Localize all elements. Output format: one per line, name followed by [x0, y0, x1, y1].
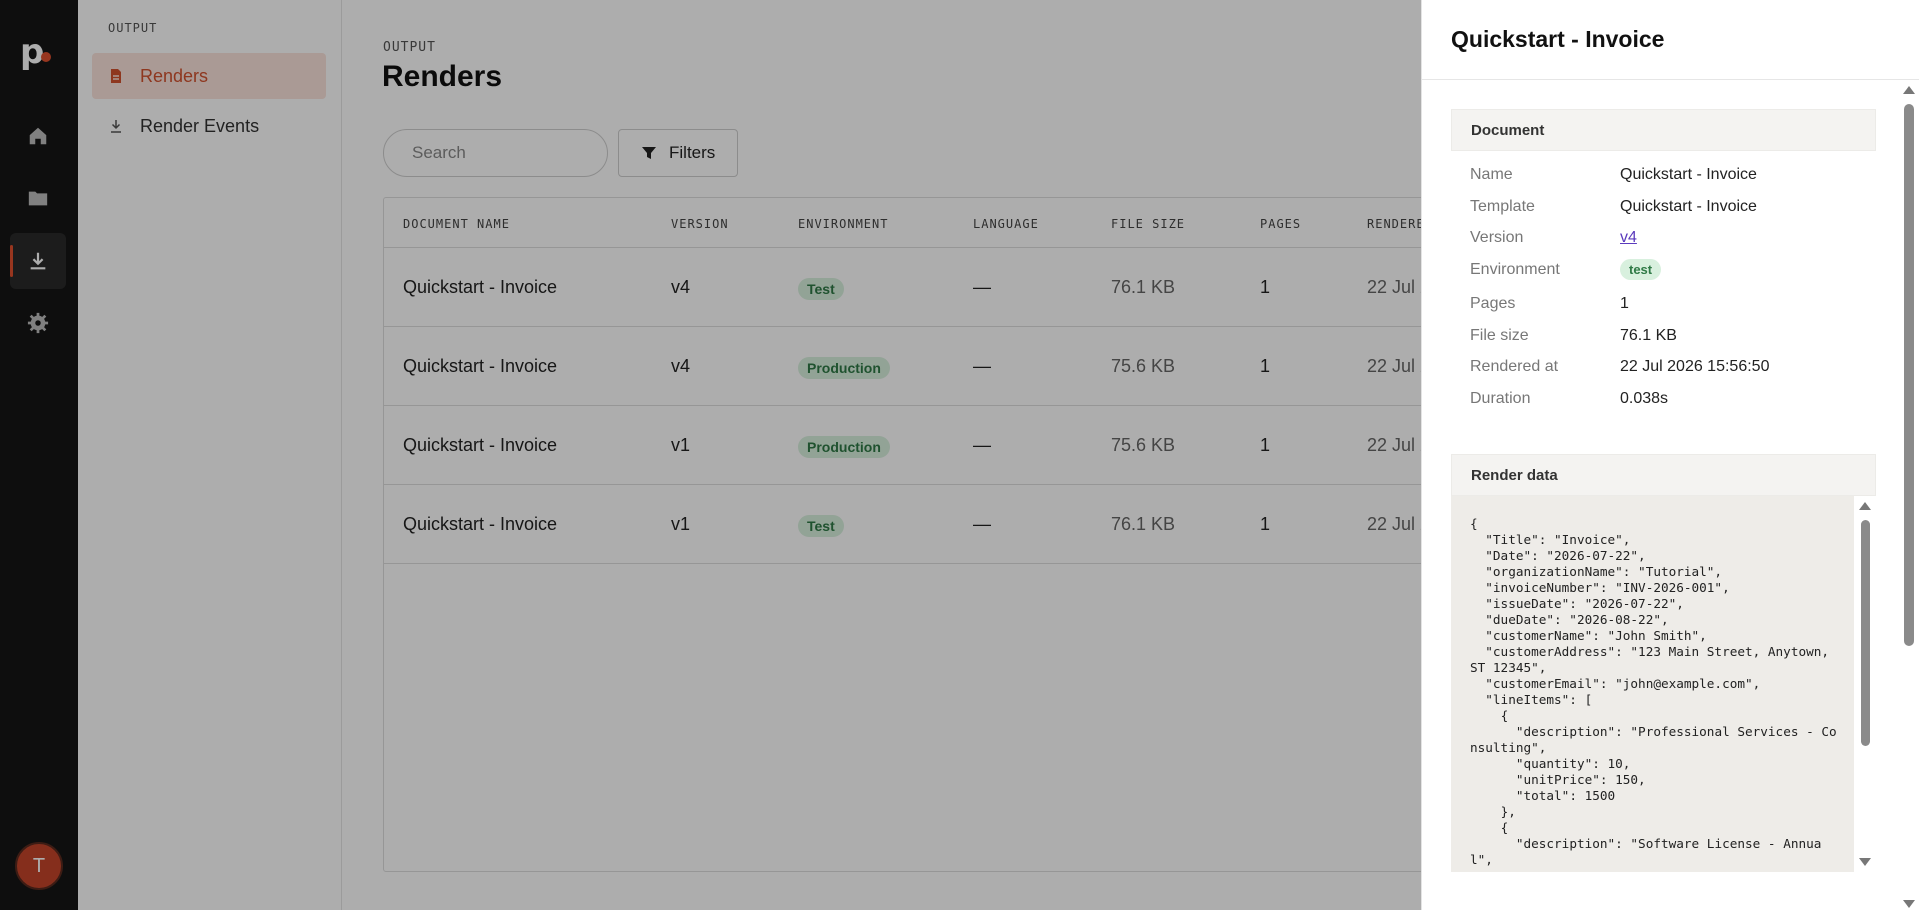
render-data-json[interactable]: { "Title": "Invoice", "Date": "2026-07-2…: [1451, 496, 1854, 872]
scrollbar-thumb[interactable]: [1861, 520, 1870, 746]
version-link[interactable]: v4: [1620, 229, 1637, 246]
field-label: Version: [1470, 229, 1524, 246]
field-label: Template: [1470, 198, 1535, 215]
field-value: 0.038s: [1620, 390, 1669, 407]
field-value: Quickstart - Invoice: [1620, 166, 1757, 183]
panel-title: Quickstart - Invoice: [1451, 26, 1665, 52]
panel-scrollbar[interactable]: [1899, 80, 1919, 910]
scroll-up-arrow-icon[interactable]: [1859, 502, 1871, 510]
field-value: 76.1 KB: [1620, 327, 1677, 344]
divider: [1422, 79, 1919, 80]
document-section: Document Name Quickstart - Invoice Templ…: [1451, 109, 1876, 429]
json-scrollbar[interactable]: [1854, 496, 1876, 872]
field-value: 1: [1620, 295, 1629, 312]
modal-backdrop[interactable]: [0, 0, 1421, 910]
field-value: 22 Jul 2026 15:56:50: [1620, 358, 1770, 375]
field-label: Rendered at: [1470, 358, 1559, 375]
environment-badge: test: [1620, 259, 1662, 280]
scroll-up-arrow-icon[interactable]: [1903, 86, 1915, 94]
scroll-down-arrow-icon[interactable]: [1859, 858, 1871, 866]
section-heading: Document: [1451, 109, 1876, 151]
field-label: Duration: [1470, 390, 1531, 407]
field-label: File size: [1470, 327, 1529, 344]
scrollbar-thumb[interactable]: [1904, 104, 1914, 646]
field-label: Name: [1470, 166, 1513, 183]
section-heading: Render data: [1451, 454, 1876, 496]
render-data-section: Render data { "Title": "Invoice", "Date"…: [1451, 454, 1876, 872]
scroll-down-arrow-icon[interactable]: [1903, 900, 1915, 908]
field-label: Environment: [1470, 261, 1560, 278]
field-value: Quickstart - Invoice: [1620, 198, 1757, 215]
render-detail-panel: Quickstart - Invoice Document Name Quick…: [1421, 0, 1919, 910]
field-label: Pages: [1470, 295, 1516, 312]
